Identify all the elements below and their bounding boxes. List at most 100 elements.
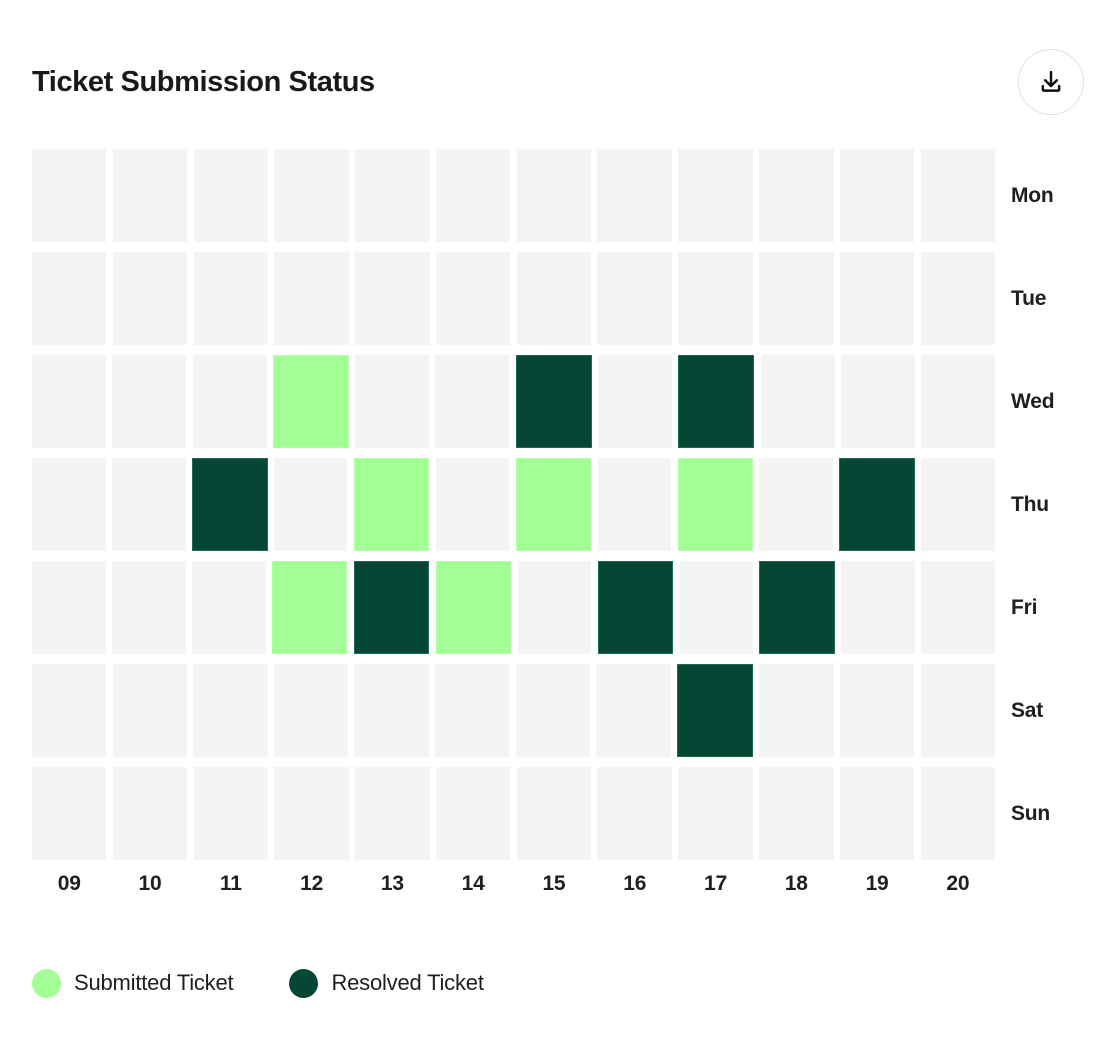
heatmap-grid bbox=[32, 149, 996, 860]
heatmap-cell-sun-16[interactable] bbox=[597, 767, 672, 860]
heatmap-cell-wed-15[interactable] bbox=[515, 355, 592, 448]
heatmap-cell-thu-14[interactable] bbox=[435, 458, 510, 551]
heatmap-cell-sat-15[interactable] bbox=[515, 664, 590, 757]
heatmap-cell-fri-19[interactable] bbox=[841, 561, 916, 654]
heatmap-cell-thu-09[interactable] bbox=[32, 458, 106, 551]
heatmap-cell-thu-16[interactable] bbox=[597, 458, 672, 551]
heatmap-cell-fri-20[interactable] bbox=[921, 561, 995, 654]
date-label-18: 18 bbox=[784, 872, 808, 895]
heatmap-cell-sun-18[interactable] bbox=[759, 767, 834, 860]
heatmap-cell-mon-09[interactable] bbox=[32, 149, 107, 242]
download-button[interactable] bbox=[1018, 49, 1084, 115]
heatmap-cell-mon-12[interactable] bbox=[274, 149, 349, 242]
heatmap-cell-thu-17[interactable] bbox=[677, 458, 754, 551]
heatmap-cell-wed-18[interactable] bbox=[760, 355, 835, 448]
legend-item-resolved[interactable]: Resolved Ticket bbox=[289, 968, 484, 998]
legend-item-submitted[interactable]: Submitted Ticket bbox=[32, 968, 234, 998]
heatmap-cell-sun-10[interactable] bbox=[112, 767, 188, 860]
heatmap-cell-fri-14[interactable] bbox=[435, 561, 512, 654]
heatmap-cell-tue-15[interactable] bbox=[516, 252, 592, 345]
heatmap-cell-thu-20[interactable] bbox=[921, 458, 995, 551]
heatmap-cell-wed-12[interactable] bbox=[272, 355, 349, 448]
heatmap-cell-wed-13[interactable] bbox=[355, 355, 430, 448]
heatmap-cell-thu-19[interactable] bbox=[839, 458, 916, 551]
heatmap-cell-wed-19[interactable] bbox=[840, 355, 915, 448]
heatmap-cell-wed-16[interactable] bbox=[597, 355, 672, 448]
heatmap-cell-fri-15[interactable] bbox=[517, 561, 592, 654]
heatmap-cell-wed-20[interactable] bbox=[921, 355, 996, 448]
heatmap-cell-wed-14[interactable] bbox=[435, 355, 510, 448]
heatmap-cell-tue-19[interactable] bbox=[839, 252, 915, 345]
heatmap-cell-tue-13[interactable] bbox=[355, 252, 430, 345]
heatmap-cell-sat-16[interactable] bbox=[596, 664, 671, 757]
heatmap-cell-mon-15[interactable] bbox=[516, 149, 592, 242]
legend-swatch-submitted bbox=[32, 968, 61, 998]
heatmap-cell-thu-11[interactable] bbox=[191, 458, 268, 551]
heatmap-row-wed bbox=[32, 355, 996, 448]
day-axis-labels: Mon Tue Wed Thu Fri Sat Sun bbox=[1011, 149, 1116, 851]
heatmap-cell-sat-19[interactable] bbox=[840, 664, 915, 757]
date-label-11: 11 bbox=[219, 872, 242, 895]
heatmap-cell-thu-10[interactable] bbox=[111, 458, 186, 551]
heatmap-cell-sat-13[interactable] bbox=[354, 664, 429, 757]
heatmap-cell-mon-17[interactable] bbox=[678, 149, 753, 242]
heatmap-cell-fri-10[interactable] bbox=[111, 561, 186, 654]
date-label-17: 17 bbox=[704, 872, 727, 895]
heatmap-cell-tue-17[interactable] bbox=[678, 252, 753, 345]
date-label-12: 12 bbox=[300, 872, 324, 895]
heatmap-cell-mon-11[interactable] bbox=[193, 149, 269, 242]
heatmap-cell-sat-18[interactable] bbox=[759, 664, 834, 757]
heatmap-cell-fri-11[interactable] bbox=[191, 561, 266, 654]
heatmap-cell-sun-09[interactable] bbox=[32, 767, 107, 860]
heatmap-cell-thu-15[interactable] bbox=[515, 458, 592, 551]
heatmap-cell-fri-17[interactable] bbox=[679, 561, 754, 654]
heatmap-cell-thu-13[interactable] bbox=[353, 458, 430, 551]
heatmap-cell-mon-10[interactable] bbox=[112, 149, 188, 242]
heatmap-cell-sun-20[interactable] bbox=[920, 767, 996, 860]
heatmap-cell-thu-12[interactable] bbox=[273, 458, 348, 551]
heatmap-cell-fri-18[interactable] bbox=[759, 561, 836, 654]
heatmap-cell-tue-14[interactable] bbox=[435, 252, 511, 345]
heatmap-cell-mon-18[interactable] bbox=[759, 149, 834, 242]
heatmap-cell-sun-13[interactable] bbox=[355, 767, 430, 860]
day-label-mon: Mon bbox=[1011, 183, 1054, 207]
heatmap-cell-wed-10[interactable] bbox=[112, 355, 187, 448]
date-label-16: 16 bbox=[623, 872, 647, 895]
heatmap-cell-sun-15[interactable] bbox=[516, 767, 592, 860]
heatmap-cell-sun-19[interactable] bbox=[839, 767, 915, 860]
page-title: Ticket Submission Status bbox=[32, 65, 375, 98]
heatmap-cell-tue-20[interactable] bbox=[920, 252, 996, 345]
heatmap-cell-wed-11[interactable] bbox=[192, 355, 267, 448]
heatmap-cell-mon-20[interactable] bbox=[920, 149, 996, 242]
heatmap-cell-sun-11[interactable] bbox=[193, 767, 269, 860]
heatmap-cell-sat-09[interactable] bbox=[32, 664, 107, 757]
heatmap-cell-mon-19[interactable] bbox=[839, 149, 915, 242]
heatmap-cell-sun-17[interactable] bbox=[678, 767, 753, 860]
card-header: Ticket Submission Status bbox=[32, 49, 1084, 115]
heatmap-cell-sat-14[interactable] bbox=[435, 664, 510, 757]
day-label-thu: Thu bbox=[1011, 492, 1049, 516]
heatmap-cell-sat-12[interactable] bbox=[273, 664, 349, 757]
heatmap-cell-thu-18[interactable] bbox=[759, 458, 834, 551]
heatmap-cell-tue-12[interactable] bbox=[274, 252, 349, 345]
heatmap-cell-tue-11[interactable] bbox=[193, 252, 269, 345]
heatmap-cell-sat-17[interactable] bbox=[676, 664, 754, 757]
heatmap-cell-tue-09[interactable] bbox=[32, 252, 107, 345]
heatmap-cell-sun-14[interactable] bbox=[435, 767, 511, 860]
heatmap-cell-sat-20[interactable] bbox=[920, 664, 996, 757]
heatmap-cell-fri-16[interactable] bbox=[597, 561, 674, 654]
heatmap-cell-sat-10[interactable] bbox=[112, 664, 187, 757]
heatmap-cell-tue-18[interactable] bbox=[759, 252, 834, 345]
heatmap-cell-sun-12[interactable] bbox=[274, 767, 349, 860]
heatmap-cell-mon-14[interactable] bbox=[435, 149, 511, 242]
heatmap-cell-mon-16[interactable] bbox=[597, 149, 672, 242]
heatmap-cell-wed-17[interactable] bbox=[678, 355, 755, 448]
heatmap-cell-tue-10[interactable] bbox=[112, 252, 188, 345]
heatmap-cell-fri-13[interactable] bbox=[353, 561, 430, 654]
heatmap-cell-wed-09[interactable] bbox=[32, 355, 106, 448]
heatmap-cell-sat-11[interactable] bbox=[193, 664, 268, 757]
heatmap-cell-fri-09[interactable] bbox=[32, 561, 106, 654]
heatmap-cell-fri-12[interactable] bbox=[271, 561, 348, 654]
heatmap-cell-tue-16[interactable] bbox=[597, 252, 672, 345]
heatmap-cell-mon-13[interactable] bbox=[355, 149, 430, 242]
